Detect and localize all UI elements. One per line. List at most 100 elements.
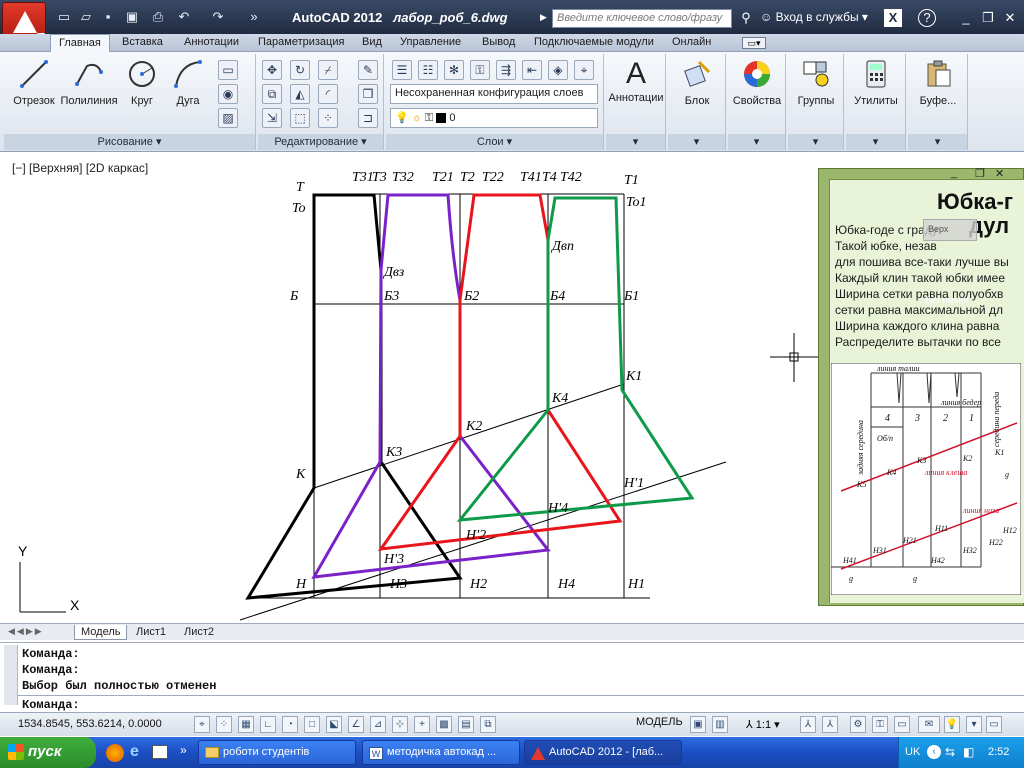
scale-icon[interactable]: ⬚ <box>290 108 310 128</box>
auto-scale-icon[interactable]: ⅄ <box>822 716 838 733</box>
tab-view[interactable]: Вид <box>354 34 390 52</box>
tray-back-icon[interactable]: ‹ <box>927 745 941 759</box>
minimize-icon[interactable]: _ <box>956 8 976 28</box>
lightbulb-icon[interactable]: 💡 <box>944 716 960 733</box>
dyn-icon[interactable]: ⊹ <box>392 716 408 733</box>
annotation-scale[interactable]: ⅄ 1:1 ▾ <box>746 718 780 731</box>
layer-lock-icon[interactable]: ⚿ <box>470 60 490 80</box>
annotation-button[interactable]: A Аннотации <box>606 58 666 105</box>
rotate-icon[interactable]: ↻ <box>290 60 310 80</box>
modify-panel-title[interactable]: Редактирование ▾ <box>258 134 383 150</box>
clipboard-button[interactable]: Буфе... <box>908 58 968 107</box>
tab-insert[interactable]: Вставка <box>114 34 171 52</box>
line-tool[interactable]: Отрезок <box>10 58 58 107</box>
command-grip[interactable] <box>4 645 18 705</box>
isolate-icon[interactable]: ✉ <box>918 716 940 733</box>
clock[interactable]: 2:52 <box>988 746 1009 758</box>
polyline-tool[interactable]: Полилиния <box>60 58 118 107</box>
rectangle-icon[interactable]: ▭ <box>218 60 238 80</box>
block-button[interactable]: Блок <box>668 58 726 107</box>
block-expand[interactable]: ▾ <box>668 134 725 150</box>
3dosnap-icon[interactable]: ⬕ <box>326 716 342 733</box>
layer-previous-icon[interactable]: ⇤ <box>522 60 542 80</box>
transparency-icon[interactable]: ▩ <box>436 716 452 733</box>
help-icon[interactable]: ? <box>918 9 936 27</box>
reference-window[interactable]: _ ❐ ✕ Юбка-г дул Юбка-годе с граду Такой… <box>818 167 1024 606</box>
layer-state-combo[interactable]: Несохраненная конфигурация слоев <box>390 84 598 104</box>
viewcube-top[interactable]: Верх <box>923 219 977 241</box>
move-icon[interactable]: ✥ <box>262 60 282 80</box>
fillet-icon[interactable]: ◜ <box>318 84 338 104</box>
firefox-icon[interactable] <box>106 744 124 762</box>
open-file-icon[interactable]: ▱ <box>78 9 94 25</box>
undo-icon[interactable]: ↶ <box>176 9 192 25</box>
search-expand-icon[interactable]: ▶ <box>540 12 547 23</box>
tab-online[interactable]: Онлайн <box>664 34 719 52</box>
selection-cycling-icon[interactable]: ⧉ <box>480 716 496 733</box>
tab-nav-arrows[interactable]: ◀◀▶▶ <box>8 626 44 637</box>
layer-freeze-icon[interactable]: ✻ <box>444 60 464 80</box>
lineweight-icon[interactable]: + <box>414 716 430 733</box>
grid-icon[interactable]: ▦ <box>238 716 254 733</box>
hatch-icon[interactable]: ▨ <box>218 108 238 128</box>
utilities-expand[interactable]: ▾ <box>846 134 905 150</box>
annotation-expand[interactable]: ▾ <box>606 134 665 150</box>
quickview-drawings-icon[interactable]: ▥ <box>712 716 728 733</box>
trim-icon[interactable]: ⌿ <box>318 60 338 80</box>
workspace-icon[interactable]: ⚙ <box>850 716 866 733</box>
array-icon[interactable]: ⁘ <box>318 108 338 128</box>
tab-plugins[interactable]: Подключаемые модули <box>526 34 662 52</box>
notepad-icon[interactable] <box>152 745 168 759</box>
annotation-visibility-icon[interactable]: ⅄ <box>800 716 816 733</box>
copy-icon[interactable]: ⧉ <box>262 84 282 104</box>
otrack-icon[interactable]: ∠ <box>348 716 364 733</box>
more-icon[interactable]: » <box>246 9 262 25</box>
clipboard-expand[interactable]: ▾ <box>908 134 967 150</box>
language-indicator[interactable]: UK <box>905 746 920 758</box>
circle-tool[interactable]: Круг <box>122 58 162 107</box>
login-button[interactable]: ☺ Вход в службы ▾ <box>760 10 868 24</box>
exchange-icon[interactable]: X <box>884 9 902 27</box>
arc-tool[interactable]: Дуга <box>168 58 208 107</box>
groups-button[interactable]: Группы <box>788 58 844 107</box>
polar-icon[interactable]: ◔ <box>282 716 298 733</box>
coordinates-readout[interactable]: 1534.8545, 553.6214, 0.0000 <box>18 718 162 730</box>
restore-icon[interactable]: ❐ <box>978 8 998 28</box>
task-autocad[interactable]: AutoCAD 2012 - [лаб... <box>524 740 682 765</box>
erase-icon[interactable]: ✎ <box>358 60 378 80</box>
redo-icon[interactable]: ↷ <box>210 9 226 25</box>
tab-sheet1[interactable]: Лист1 <box>130 625 172 640</box>
ellipse-icon[interactable]: ◉ <box>218 84 238 104</box>
command-prompt[interactable]: Команда: <box>22 698 80 712</box>
tab-annotate[interactable]: Аннотации <box>176 34 247 52</box>
layer-state-icon[interactable]: ☷ <box>418 60 438 80</box>
quickview-layouts-icon[interactable]: ▣ <box>690 716 706 733</box>
draw-panel-title[interactable]: Рисование ▾ <box>4 134 255 150</box>
tab-model[interactable]: Модель <box>74 625 128 640</box>
tab-sheet2[interactable]: Лист2 <box>178 625 220 640</box>
new-file-icon[interactable]: ▭ <box>56 9 72 25</box>
quickprops-icon[interactable]: ▤ <box>458 716 474 733</box>
stretch-icon[interactable]: ⇲ <box>262 108 282 128</box>
layer-match-icon[interactable]: ⇶ <box>496 60 516 80</box>
binoculars-icon[interactable]: ⚲ <box>736 8 756 28</box>
search-input[interactable]: Введите ключевое слово/фразу <box>552 9 732 28</box>
ref-minimize-icon[interactable]: _ <box>951 167 957 179</box>
status-menu-icon[interactable]: ▾ <box>966 716 982 733</box>
tab-home[interactable]: Главная <box>50 34 110 53</box>
infer-icon[interactable]: ⌖ <box>194 716 210 733</box>
tray-network-icon[interactable]: ⇆ <box>945 745 955 759</box>
osnap-icon[interactable]: □ <box>304 716 320 733</box>
utilities-button[interactable]: Утилиты <box>846 58 906 107</box>
tab-output[interactable]: Вывод <box>474 34 523 52</box>
save-as-icon[interactable]: ▣ <box>124 9 140 25</box>
ducs-icon[interactable]: ⊿ <box>370 716 386 733</box>
layer-isolate-icon[interactable]: ◈ <box>548 60 568 80</box>
close-icon[interactable]: ✕ <box>1000 8 1020 28</box>
layer-walk-icon[interactable]: ⌖ <box>574 60 594 80</box>
layer-combo[interactable]: 💡 ☼ ⚿ 0 <box>390 108 598 128</box>
explode-icon[interactable]: ❒ <box>358 84 378 104</box>
task-word-document[interactable]: Wметодичка автокад ... <box>362 740 520 765</box>
tab-manage[interactable]: Управление <box>392 34 469 52</box>
ribbon-toggle-icon[interactable]: ▭▾ <box>742 37 766 49</box>
